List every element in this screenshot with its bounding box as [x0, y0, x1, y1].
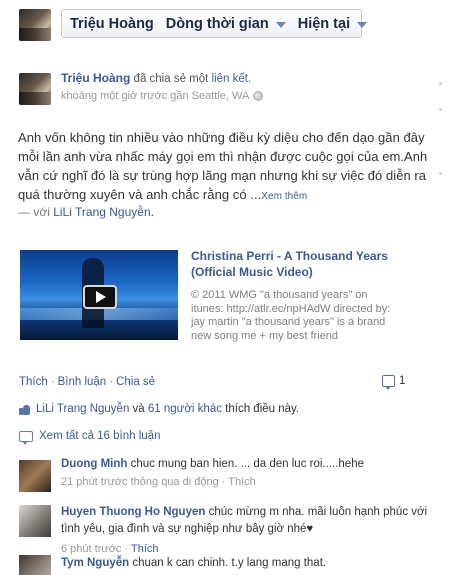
liker-link[interactable]: LiLi Trang Nguyễn	[36, 403, 129, 415]
post-tagline: — với LiLi Trang Nguyễn.	[18, 205, 154, 219]
share-button[interactable]: Chia sẻ	[116, 376, 155, 388]
tag-suffix: .	[150, 205, 154, 219]
comment-author-link[interactable]: Huyen Thuong Ho Nguyen	[61, 506, 205, 518]
comment-button[interactable]: Bình luận	[58, 376, 107, 388]
see-more-link[interactable]: Xem thêm	[261, 191, 307, 202]
timeline-dropdown[interactable]: Dòng thời gian	[166, 16, 286, 32]
decorative-dot	[439, 172, 442, 175]
post-time-location[interactable]: khoảng một giờ trước gần Seattle, WA	[61, 90, 249, 102]
shared-link-link[interactable]: liên kết.	[212, 73, 252, 85]
post-action-bar: Thích · Bình luận · Chia sẻ	[19, 376, 155, 388]
tagged-user-link[interactable]: LiLi Trang Nguyễn	[53, 205, 150, 219]
comment-meta: 21 phút trước thông qua di động · Thích	[61, 476, 256, 488]
post-timestamp: khoảng một giờ trước gần Seattle, WA	[61, 90, 264, 102]
likes-connector: và	[132, 403, 145, 415]
comment-text: chuan k can chinh. t.y lang mang that.	[132, 557, 327, 569]
view-all-comments-link[interactable]: Xem tất cả 16 bình luận	[39, 430, 160, 442]
like-button[interactable]: Thích	[19, 376, 48, 388]
chevron-down-icon	[357, 21, 368, 28]
other-likers-link[interactable]: 61 người khác	[148, 403, 222, 415]
decorative-dot	[439, 108, 442, 111]
comment-bubble-icon	[382, 375, 395, 390]
commenter-avatar[interactable]	[19, 555, 51, 575]
chevron-down-icon	[275, 21, 286, 28]
post-author-link[interactable]: Triệu Hoàng	[61, 71, 130, 85]
separator: ·	[50, 376, 55, 388]
comment-count-value: 1	[399, 375, 406, 387]
comment-text: chuc mung ban hien. ... da den luc roi..…	[130, 458, 364, 470]
current-dropdown[interactable]: Hiện tại	[298, 16, 368, 32]
decorative-dot	[439, 82, 442, 85]
video-description: © 2011 WMG "a thousand years" on itunes:…	[191, 289, 391, 342]
separator: ·	[109, 376, 114, 388]
post-message: Anh vốn không tin nhiều vào những điều k…	[18, 130, 428, 202]
profile-name-link[interactable]: Triệu Hoàng	[70, 16, 154, 32]
comment-like-link[interactable]: Thích	[131, 543, 159, 555]
likes-suffix: thích điều này.	[225, 403, 300, 415]
play-icon	[96, 291, 106, 303]
commenter-avatar[interactable]	[19, 505, 51, 537]
thumbs-up-icon	[19, 403, 31, 415]
comment-author-link[interactable]: Tym Nguyễn	[61, 557, 129, 569]
comment-time[interactable]: 6 phút trước	[61, 543, 121, 555]
comment-author-link[interactable]: Duong Minh	[61, 458, 127, 470]
post-action-text: đã chia sẻ một	[133, 73, 209, 85]
view-all-comments[interactable]: Xem tất cả 16 bình luận	[19, 430, 160, 445]
profile-avatar[interactable]	[19, 9, 51, 41]
likes-summary: LiLi Trang Nguyễn và 61 người khác thích…	[19, 403, 299, 415]
post-author-avatar[interactable]	[19, 73, 51, 105]
video-thumbnail[interactable]	[20, 250, 178, 340]
comment-count[interactable]: 1	[382, 375, 406, 390]
timeline-nav-bar: Triệu Hoàng Dòng thời gian Hiện tại	[61, 9, 368, 38]
commenter-avatar[interactable]	[19, 460, 51, 492]
comment-item: Duong Minh chuc mung ban hien. ... da de…	[61, 457, 431, 490]
comment-item: Huyen Thuong Ho Nguyen chúc mừng m nha. …	[61, 504, 431, 558]
video-title-link[interactable]: Christina Perri - A Thousand Years (Offi…	[191, 248, 431, 280]
globe-icon[interactable]	[253, 91, 264, 101]
post-body: Anh vốn không tin nhiều vào những điều k…	[18, 128, 438, 206]
comments-icon	[19, 430, 33, 445]
comment-item: Tym Nguyễn chuan k can chinh. t.y lang m…	[61, 556, 431, 571]
post-header: Triệu Hoàng đã chia sẻ một liên kết.	[61, 71, 251, 87]
play-button[interactable]	[83, 285, 117, 309]
tag-prefix: — với	[18, 205, 50, 219]
